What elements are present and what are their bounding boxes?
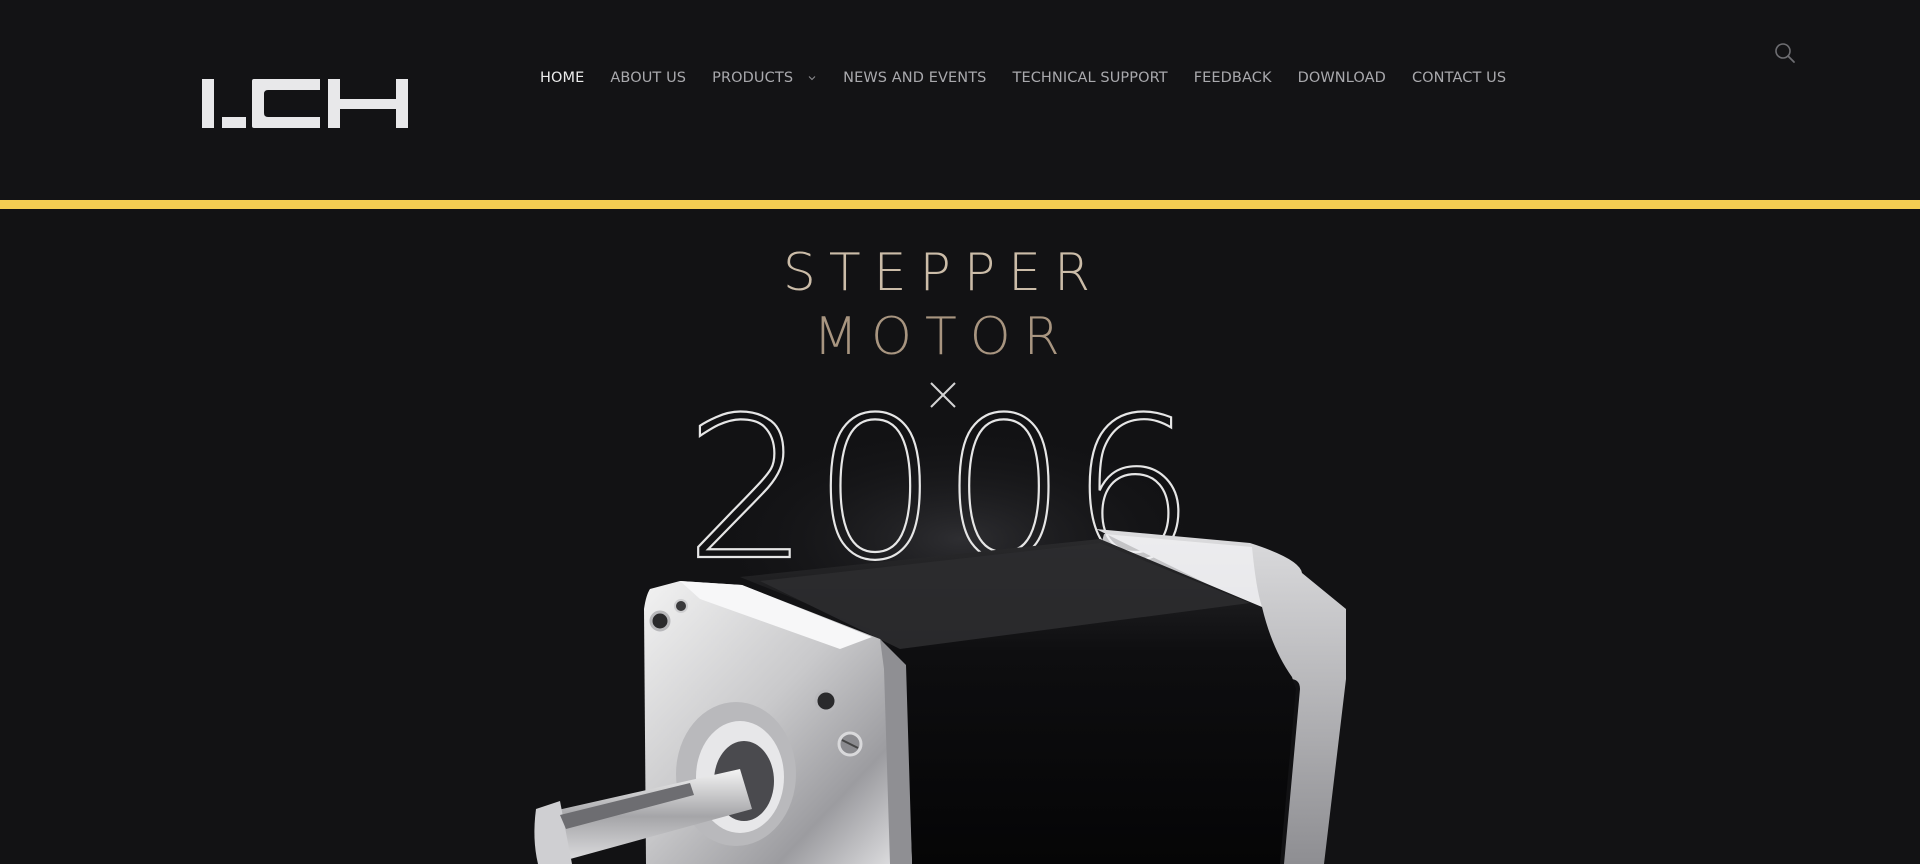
nav-item-feedback[interactable]: FEEDBACK [1194,70,1272,86]
nav-item-products[interactable]: PRODUCTS [712,70,817,86]
nav-item-download[interactable]: DOWNLOAD [1298,70,1386,86]
main-nav: HOME ABOUT US PRODUCTS NEWS AND EVENTS T… [540,66,1532,90]
close-icon [930,382,956,408]
search-icon [1775,43,1795,63]
accent-bar [0,200,1920,209]
page: HOME ABOUT US PRODUCTS NEWS AND EVENTS T… [0,0,1920,864]
chevron-down-icon [808,76,816,81]
hero-title-line2: MOTOR [813,307,1073,367]
nav-item-home[interactable]: HOME [540,70,584,86]
hero-banner: 2006 STEPPER MOTOR [0,209,1920,864]
hero-title-line1: STEPPER [782,243,1104,303]
nav-item-news-and-events[interactable]: NEWS AND EVENTS [843,70,986,86]
search-button[interactable] [1774,42,1796,64]
nav-item-technical-support[interactable]: TECHNICAL SUPPORT [1012,70,1167,86]
logo-icon [202,79,408,128]
nav-item-about-us[interactable]: ABOUT US [610,70,686,86]
site-header: HOME ABOUT US PRODUCTS NEWS AND EVENTS T… [0,0,1920,200]
nav-item-products-label: PRODUCTS [712,70,794,86]
nav-item-contact-us[interactable]: CONTACT US [1412,70,1506,86]
site-logo[interactable] [200,76,440,132]
